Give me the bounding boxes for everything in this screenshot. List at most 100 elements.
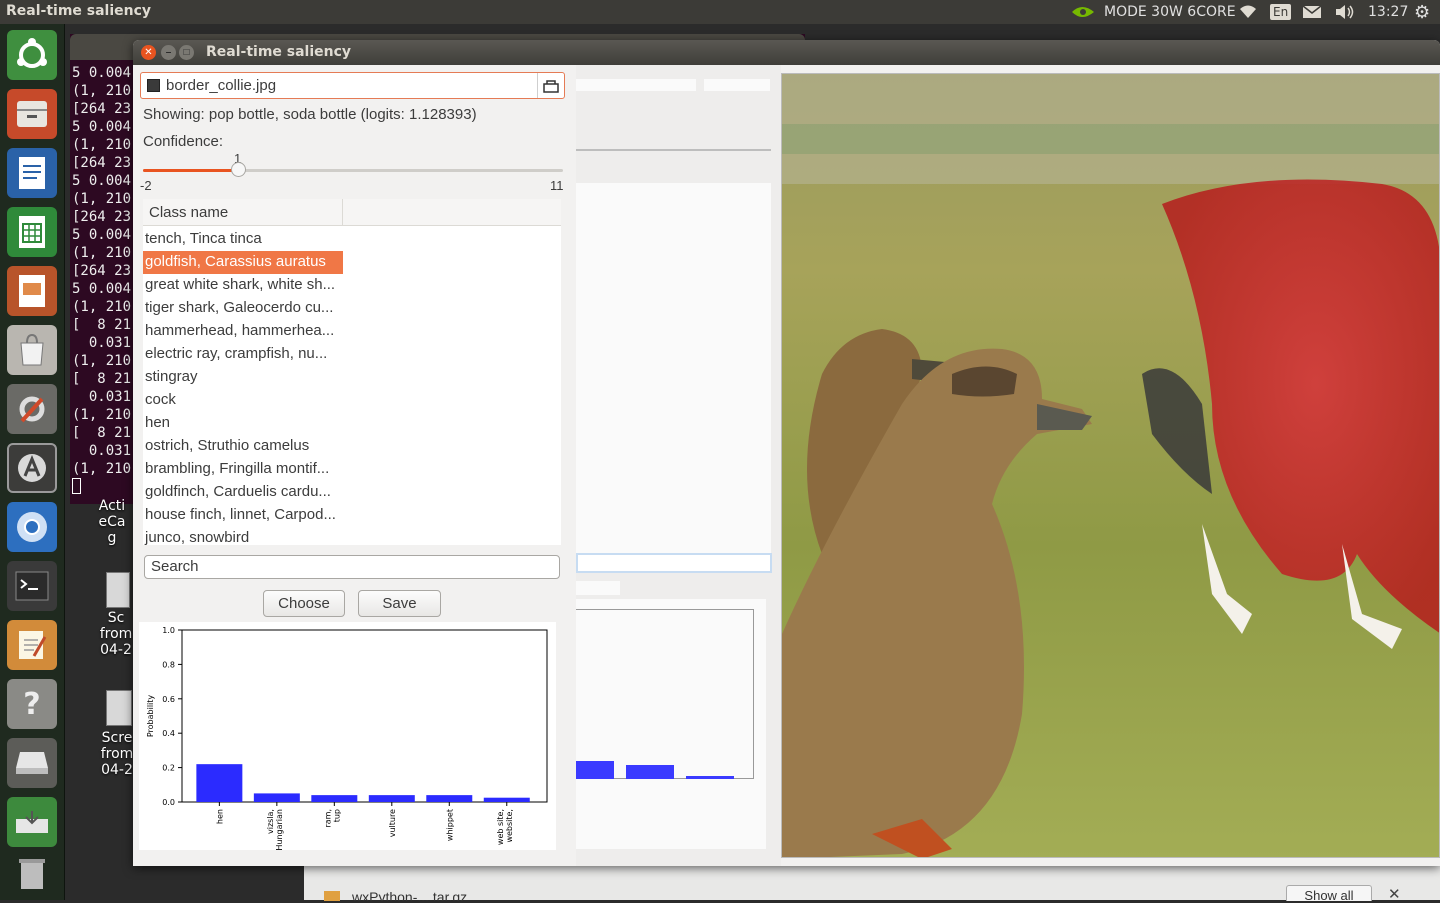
nvidia-icon[interactable] — [1070, 0, 1096, 24]
download-item[interactable]: wxPython-....tar.gz — [352, 889, 467, 901]
file-picker-checkbox-icon — [147, 79, 160, 92]
desktop-file-label: eCa — [98, 514, 126, 530]
screenshot-file-icon[interactable] — [106, 690, 132, 726]
confidence-slider-handle[interactable] — [231, 162, 246, 177]
list-item[interactable]: cock — [143, 389, 343, 412]
help-icon[interactable]: ? — [7, 679, 57, 729]
list-item[interactable]: tench, Tinca tinca — [143, 228, 343, 251]
drive-icon[interactable] — [7, 738, 57, 788]
terminal-line: 0.031 — [72, 443, 132, 459]
y-tick-label: 0.4 — [162, 729, 175, 738]
y-tick-label: 0.2 — [162, 764, 175, 773]
active-app-title: Real-time saliency — [6, 3, 152, 19]
window-titlebar[interactable]: ✕ – □ Real-time saliency — [133, 40, 1440, 65]
terminal-line: (1, 210 — [72, 461, 132, 477]
writer-icon[interactable] — [7, 148, 57, 198]
list-item[interactable]: house finch, linnet, Carpod... — [143, 504, 343, 527]
list-item[interactable]: hen — [143, 412, 343, 435]
list-item[interactable]: hammerhead, hammerhea... — [143, 320, 343, 343]
files-icon[interactable] — [7, 89, 57, 139]
choose-button[interactable]: Choose — [263, 590, 345, 617]
top-panel: Real-time saliency MODE 30W 6CORE En 13:… — [0, 0, 1440, 24]
list-item[interactable]: tiger shark, Galeocerdo cu... — [143, 297, 343, 320]
x-tick-label: whippet — [445, 809, 454, 841]
desktop-file-label: from — [99, 626, 133, 642]
file-picker[interactable]: border_collie.jpg — [140, 72, 565, 99]
desktop-file[interactable]: Scre from 04-2 — [100, 730, 134, 778]
list-item-selected[interactable]: goldfish, Carassius auratus — [143, 251, 343, 274]
list-item[interactable]: stingray — [143, 366, 343, 389]
desktop-file[interactable]: Sc from 04-2 — [98, 610, 134, 658]
terminal-icon[interactable] — [7, 561, 57, 611]
search-input[interactable]: Search — [144, 555, 560, 579]
overlapping-window-ghost — [576, 65, 781, 866]
saliency-photo — [782, 74, 1439, 857]
window-title: Real-time saliency — [206, 44, 352, 60]
list-item[interactable]: great white shark, white sh... — [143, 274, 343, 297]
desktop-file-label: 04-2 — [101, 762, 133, 778]
class-list[interactable]: Class name tench, Tinca tinca goldfish, … — [143, 199, 561, 545]
calc-icon[interactable] — [7, 207, 57, 257]
ghost-divider — [576, 149, 771, 151]
chromium-icon[interactable] — [7, 502, 57, 552]
bar — [196, 764, 243, 802]
impress-icon[interactable] — [7, 266, 57, 316]
bar — [368, 795, 415, 802]
open-file-icon[interactable] — [537, 73, 564, 98]
close-icon[interactable]: ✕ — [141, 45, 156, 60]
minimize-icon[interactable]: – — [161, 45, 176, 60]
screenshot-file-icon[interactable] — [106, 572, 130, 608]
saliency-image — [781, 73, 1440, 858]
clock[interactable]: 13:27 — [1368, 0, 1408, 24]
confidence-slider-fill — [143, 169, 238, 172]
terminal-line: (1, 210 — [72, 245, 132, 261]
usb-drive-icon[interactable] — [7, 797, 57, 847]
ghost-search — [576, 553, 772, 573]
ghost-bar — [576, 761, 614, 779]
terminal-line: 5 0.004 — [72, 65, 132, 81]
power-mode-indicator[interactable]: MODE 30W 6CORE — [1104, 0, 1236, 24]
mail-icon[interactable] — [1302, 0, 1322, 24]
desktop-file-label: from — [100, 746, 134, 762]
desktop-file[interactable]: Acti eCa g — [90, 498, 134, 546]
list-item[interactable]: brambling, Fringilla montif... — [143, 458, 343, 481]
save-button[interactable]: Save — [358, 590, 441, 617]
trash-icon[interactable] — [7, 848, 57, 898]
ghost-file-field — [576, 79, 696, 91]
launcher: ? — [0, 24, 65, 900]
list-item[interactable]: ostrich, Struthio camelus — [143, 435, 343, 458]
bar — [311, 795, 358, 802]
maximize-icon[interactable]: □ — [179, 45, 194, 60]
list-item[interactable]: electric ray, crampfish, nu... — [143, 343, 343, 366]
showing-status: Showing: pop bottle, soda bottle (logits… — [143, 106, 477, 123]
bar — [426, 795, 473, 802]
list-item[interactable]: goldfinch, Carduelis cardu... — [143, 481, 343, 504]
y-tick-label: 0.0 — [162, 798, 175, 807]
probability-chart: 0.0 0.2 0.4 0.6 0.8 1.0 Probability hen vizsla,H… — [139, 622, 556, 851]
slider-max-label: 11 — [550, 178, 564, 193]
class-name-column-header[interactable]: Class name — [143, 199, 343, 226]
control-panel: border_collie.jpg Showing: pop bottle, s… — [133, 65, 576, 866]
confidence-label: Confidence: — [143, 133, 224, 150]
x-tick-label: vulture — [388, 809, 397, 837]
terminal-line: [ 8 21 — [72, 371, 132, 387]
close-icon[interactable]: ✕ — [1388, 885, 1401, 903]
keyboard-layout-indicator[interactable]: En — [1270, 0, 1292, 24]
volume-icon[interactable] — [1334, 0, 1356, 24]
show-all-button[interactable]: Show all — [1286, 885, 1372, 901]
list-item[interactable]: junco, snowbird — [143, 527, 343, 545]
dash-ubuntu-icon[interactable] — [7, 30, 57, 80]
slider-min-label: -2 — [140, 178, 152, 193]
terminal-line: 5 0.004 — [72, 227, 132, 243]
settings-gear-icon[interactable]: ⚙ — [1414, 0, 1430, 24]
terminal-line: 0.031 — [72, 389, 132, 405]
wifi-icon[interactable] — [1238, 0, 1258, 24]
text-editor-icon[interactable] — [7, 620, 57, 670]
keyboard-layout-label: En — [1270, 4, 1292, 20]
software-center-icon[interactable] — [7, 325, 57, 375]
software-updater-icon[interactable] — [7, 443, 57, 493]
terminal-output: 5 0.004 (1, 210 [264 23 5 0.004 (1, 210 … — [72, 64, 131, 499]
terminal-line: (1, 210 — [72, 299, 132, 315]
system-settings-icon[interactable] — [7, 384, 57, 434]
terminal-line: 0.031 — [72, 335, 132, 351]
